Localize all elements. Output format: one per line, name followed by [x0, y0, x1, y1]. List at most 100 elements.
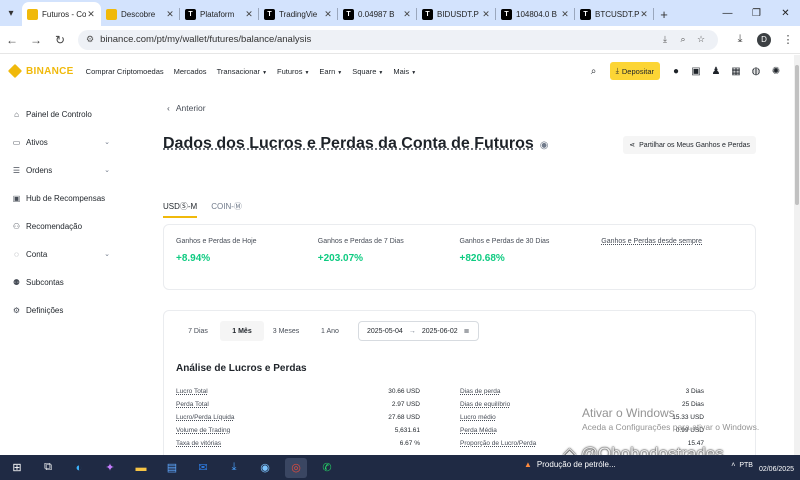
nav-more[interactable]: Mais ▼ — [393, 67, 416, 76]
stat-label[interactable]: Lucro Total — [176, 388, 208, 401]
nav-futures[interactable]: Futuros ▼ — [277, 67, 309, 76]
sidebar-item[interactable]: ▭ Ativos ⌄ — [0, 128, 120, 156]
tab-search-icon[interactable]: ▾ — [0, 0, 22, 26]
language-indicator[interactable]: PTB — [739, 462, 753, 469]
close-tab-icon[interactable]: ✕ — [165, 9, 175, 20]
tray-chevron-icon[interactable]: ˄ — [731, 462, 735, 469]
site-info-icon[interactable]: ⚙ — [86, 34, 94, 45]
chrome-icon[interactable]: ◎ — [285, 457, 307, 478]
url-field[interactable]: ⚙ binance.com/pt/my/wallet/futures/balan… — [78, 29, 718, 50]
forward-arrow-icon[interactable]: → — [24, 28, 48, 52]
user-icon[interactable]: ● — [666, 66, 686, 77]
range-1y[interactable]: 1 Ano — [308, 321, 352, 341]
stat-label[interactable]: Taxa de vitórias — [176, 440, 221, 453]
sidebar-item[interactable]: ☰ Ordens ⌄ — [0, 156, 120, 184]
stat-label[interactable]: Proporção de Lucro/Perda — [460, 440, 536, 453]
profile-avatar[interactable]: D — [752, 28, 776, 52]
notification-bell-icon[interactable]: ♟ — [706, 66, 726, 77]
close-tab-icon[interactable]: ✕ — [86, 9, 96, 20]
qr-download-icon[interactable]: ▦ — [726, 66, 746, 77]
browser-tab-strip: ▾ Futuros - Co ✕ Descobre ✕ T Plataform ✕ T Trad… — [0, 0, 800, 26]
back-link[interactable]: ‹ Anterior — [167, 103, 206, 113]
browser-tab[interactable]: T BTCUSDT.P ✕ — [575, 2, 654, 26]
clock[interactable]: 02/06/2025 — [759, 458, 794, 473]
sidebar-item-label: Definições — [26, 305, 64, 315]
browser-tab[interactable]: T 0.04987 B ✕ — [338, 2, 417, 26]
whatsapp-icon[interactable]: ✆ — [316, 458, 338, 478]
downloads-icon[interactable]: ⤓ — [728, 28, 752, 52]
binance-logo[interactable]: BINANCE — [7, 63, 74, 79]
tab-usds-m[interactable]: USDⓈ-M — [163, 201, 198, 218]
sidebar-item[interactable]: ⚇ Recomendação — [0, 212, 120, 240]
stat-value: 6.67 % — [399, 440, 420, 447]
nav-square[interactable]: Square ▼ — [352, 67, 383, 76]
task-view-icon[interactable]: ⧉ — [37, 458, 59, 478]
stat-label[interactable]: Perda Total — [176, 401, 209, 414]
stat-label[interactable]: Dias de perda — [460, 388, 500, 401]
sidebar-item-label: Conta — [26, 249, 48, 259]
edge-browser-icon[interactable]: ◐ — [68, 458, 90, 478]
range-7d[interactable]: 7 Dias — [176, 321, 220, 341]
nav-markets[interactable]: Mercados — [174, 67, 207, 76]
windows-start-icon[interactable]: ⊞ — [6, 458, 28, 478]
download-icon[interactable]: ⤓ — [656, 34, 674, 45]
downloads-app-icon[interactable]: ⤓ — [223, 458, 245, 478]
store-icon[interactable]: ▤ — [161, 458, 183, 478]
nav-buy-crypto[interactable]: Comprar Criptomoedas — [86, 67, 164, 76]
deposit-button[interactable]: ⤓ Depositar — [609, 62, 660, 80]
app-icon[interactable]: ◉ — [254, 458, 276, 478]
browser-tab[interactable]: Futuros - Co ✕ — [22, 2, 101, 26]
reload-icon[interactable]: ↻ — [48, 28, 72, 52]
stat-label[interactable]: Perda Média — [460, 427, 497, 440]
close-tab-icon[interactable]: ✕ — [323, 9, 333, 20]
eye-icon[interactable]: ◉ — [540, 140, 549, 151]
restore-icon[interactable]: ❐ — [742, 0, 771, 26]
close-tab-icon[interactable]: ✕ — [481, 9, 491, 20]
file-explorer-icon[interactable]: ▬ — [130, 458, 152, 478]
date-range-picker[interactable]: 2025-05-04 → 2025-06-02 ≣ — [358, 321, 479, 341]
range-1m[interactable]: 1 Mês — [220, 321, 264, 341]
stat-label[interactable]: Volume de Trading — [176, 427, 230, 440]
bookmark-star-icon[interactable]: ☆ — [692, 34, 710, 45]
nav-trade[interactable]: Transacionar ▼ — [217, 67, 267, 76]
nav-earn[interactable]: Earn ▼ — [319, 67, 342, 76]
sidebar-item[interactable]: ⌂ Painel de Controlo — [0, 100, 120, 128]
sidebar-item[interactable]: ◌ Conta ⌄ — [0, 240, 120, 268]
close-tab-icon[interactable]: ✕ — [244, 9, 254, 20]
close-tab-icon[interactable]: ✕ — [402, 9, 412, 20]
page-scrollbar[interactable] — [794, 55, 800, 455]
chevron-down-icon: ⌄ — [104, 139, 110, 146]
stat-label[interactable]: Lucro/Perda Líquida — [176, 414, 235, 427]
browser-tab[interactable]: Descobre ✕ — [101, 2, 180, 26]
sidebar-item[interactable]: ⚉ Subcontas — [0, 268, 120, 296]
close-tab-icon[interactable]: ✕ — [560, 9, 570, 20]
language-globe-icon[interactable]: ◍ — [746, 66, 766, 77]
search-icon[interactable]: ⌕ — [584, 66, 604, 77]
news-widget[interactable]: ▲ Produção de petróle... — [524, 460, 616, 469]
back-arrow-icon[interactable]: ← — [0, 28, 24, 52]
close-tab-icon[interactable]: ✕ — [639, 9, 649, 20]
minimize-icon[interactable]: — — [713, 0, 742, 26]
share-pnl-button[interactable]: ⋖ Partilhar os Meus Ganhos e Perdas — [623, 136, 756, 154]
outlook-icon[interactable]: ✉ — [192, 458, 214, 478]
stat-label[interactable]: Lucro médio — [460, 414, 496, 427]
new-tab-button[interactable]: + — [654, 2, 674, 26]
browser-tab[interactable]: T BIDUSDT.P ✕ — [417, 2, 496, 26]
zoom-icon[interactable]: ⌕ — [674, 34, 692, 45]
wallet-icon[interactable]: ▣ — [686, 66, 706, 77]
stat-label[interactable]: Dias de equilíbrio — [460, 401, 510, 414]
sidebar-item[interactable]: ▣ Hub de Recompensas — [0, 184, 120, 212]
theme-toggle-icon[interactable]: ✺ — [766, 66, 786, 77]
pnl-label: Ganhos e Perdas de 7 Dias — [317, 238, 404, 245]
tab-coin-m[interactable]: COIN-Ⓜ — [211, 201, 242, 218]
pnl-label[interactable]: Ganhos e Perdas desde sempre — [601, 238, 743, 245]
browser-tab[interactable]: T Plataform ✕ — [180, 2, 259, 26]
scrollbar-thumb[interactable] — [795, 65, 799, 205]
browser-tab[interactable]: T TradingVie ✕ — [259, 2, 338, 26]
close-window-icon[interactable]: ✕ — [771, 0, 800, 26]
range-3m[interactable]: 3 Meses — [264, 321, 308, 341]
sidebar-item[interactable]: ⚙ Definições — [0, 296, 120, 324]
browser-menu-icon[interactable]: ⋮ — [776, 28, 800, 52]
copilot-icon[interactable]: ✦ — [99, 458, 121, 478]
browser-tab[interactable]: T 104804.0 B ✕ — [496, 2, 575, 26]
